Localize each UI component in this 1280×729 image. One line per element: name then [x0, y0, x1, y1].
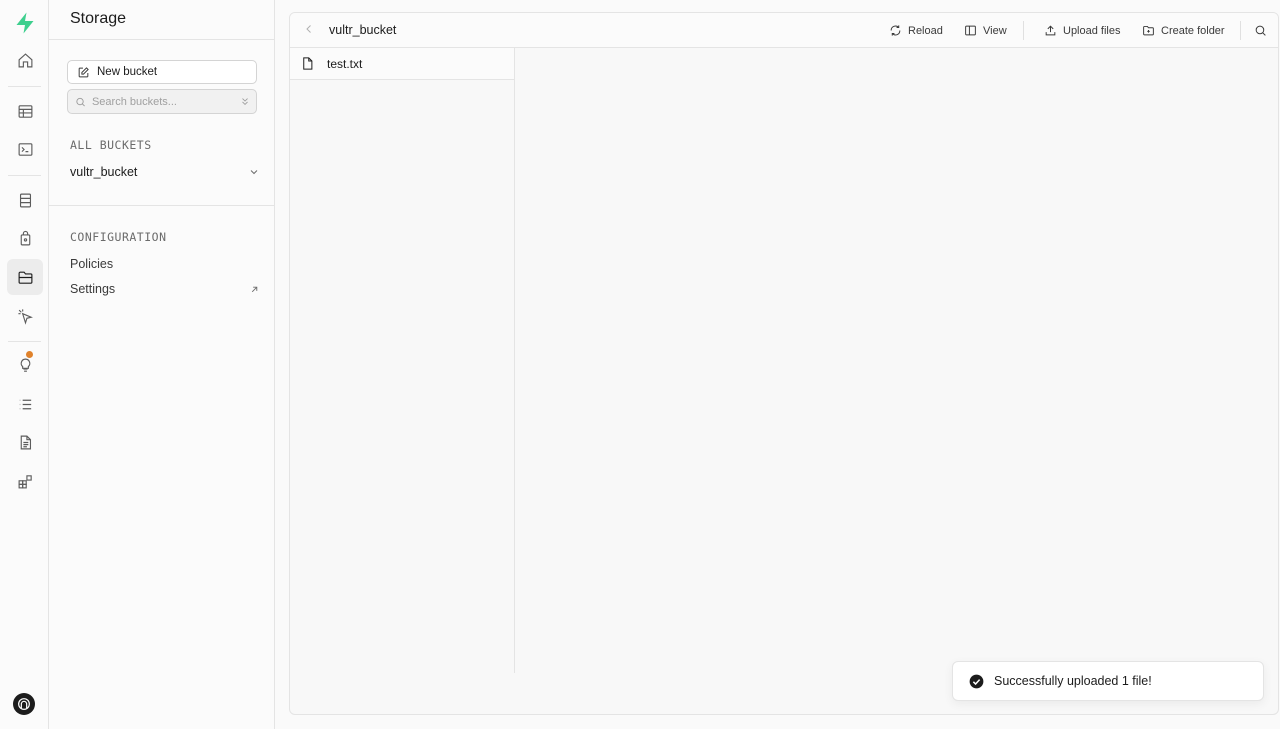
table-editor-icon[interactable]	[7, 93, 43, 129]
upload-files-label: Upload files	[1063, 24, 1121, 37]
authentication-icon[interactable]	[7, 220, 43, 256]
sort-icon[interactable]	[240, 96, 250, 107]
search-icon	[76, 97, 85, 106]
settings-label: Settings	[70, 282, 116, 296]
rail-divider	[8, 341, 41, 342]
chevron-down-icon[interactable]	[248, 166, 260, 178]
logs-icon[interactable]	[7, 386, 43, 422]
reload-label: Reload	[908, 24, 943, 37]
toolbar-divider	[1023, 21, 1024, 40]
view-label: View	[983, 24, 1007, 37]
refresh-icon	[890, 25, 901, 36]
all-buckets-heading: ALL BUCKETS	[70, 138, 152, 152]
toolbar-divider	[1240, 21, 1241, 40]
search-files-button[interactable]	[1254, 22, 1267, 39]
view-button[interactable]: View	[964, 22, 1007, 39]
page-title: Storage	[70, 10, 127, 27]
create-folder-button[interactable]: Create folder	[1142, 22, 1225, 39]
nav-rail	[0, 0, 49, 729]
sidebar-header: Storage	[49, 0, 274, 40]
columns-icon	[965, 25, 976, 36]
avatar[interactable]	[13, 693, 35, 715]
new-bucket-label: New bucket	[97, 66, 158, 78]
upload-icon	[1045, 25, 1056, 36]
create-folder-label: Create folder	[1161, 24, 1225, 37]
advisors-icon[interactable]	[7, 347, 43, 383]
search-icon	[1255, 25, 1266, 36]
configuration-heading: CONFIGURATION	[70, 230, 167, 244]
file-icon	[303, 57, 313, 70]
edge-functions-icon[interactable]	[7, 298, 43, 334]
chevron-left-icon[interactable]	[303, 23, 315, 35]
supabase-logo-icon[interactable]	[13, 11, 37, 35]
edit-icon	[78, 66, 89, 77]
search-buckets-field[interactable]	[67, 89, 257, 114]
storage-sidebar: Storage New bucket ALL BUCKETS vultr_buc…	[49, 0, 275, 729]
storage-icon[interactable]	[7, 259, 43, 295]
settings-link[interactable]: Settings	[70, 279, 260, 299]
notification-dot	[26, 351, 33, 358]
home-icon[interactable]	[7, 42, 43, 78]
search-input[interactable]	[91, 95, 234, 108]
bucket-item-vultr-bucket[interactable]: vultr_bucket	[70, 162, 260, 182]
check-circle-icon	[969, 674, 984, 688]
toast-message: Successfully uploaded 1 file!	[994, 674, 1152, 688]
current-bucket-name: vultr_bucket	[329, 23, 397, 37]
new-bucket-button[interactable]: New bucket	[67, 60, 257, 84]
external-link-icon	[251, 286, 258, 292]
file-name: test.txt	[327, 56, 363, 71]
bucket-name: vultr_bucket	[70, 165, 138, 179]
file-explorer: vultr_bucket Reload View Upload files Cr…	[289, 12, 1279, 715]
folder-plus-icon	[1143, 25, 1154, 36]
policies-link[interactable]: Policies	[70, 254, 260, 274]
upload-files-button[interactable]: Upload files	[1044, 22, 1120, 39]
database-icon[interactable]	[7, 182, 43, 218]
api-docs-icon[interactable]	[7, 424, 43, 460]
reload-button[interactable]: Reload	[889, 22, 943, 39]
file-row[interactable]: test.txt	[290, 48, 514, 80]
integrations-icon[interactable]	[7, 463, 43, 499]
file-column: test.txt	[290, 48, 515, 673]
policies-label: Policies	[70, 257, 114, 271]
sql-editor-icon[interactable]	[7, 131, 43, 167]
sidebar-divider	[49, 205, 275, 206]
success-toast: Successfully uploaded 1 file!	[952, 661, 1264, 701]
rail-divider	[8, 86, 41, 87]
explorer-toolbar: vultr_bucket Reload View Upload files Cr…	[290, 13, 1278, 48]
rail-divider	[8, 175, 41, 176]
